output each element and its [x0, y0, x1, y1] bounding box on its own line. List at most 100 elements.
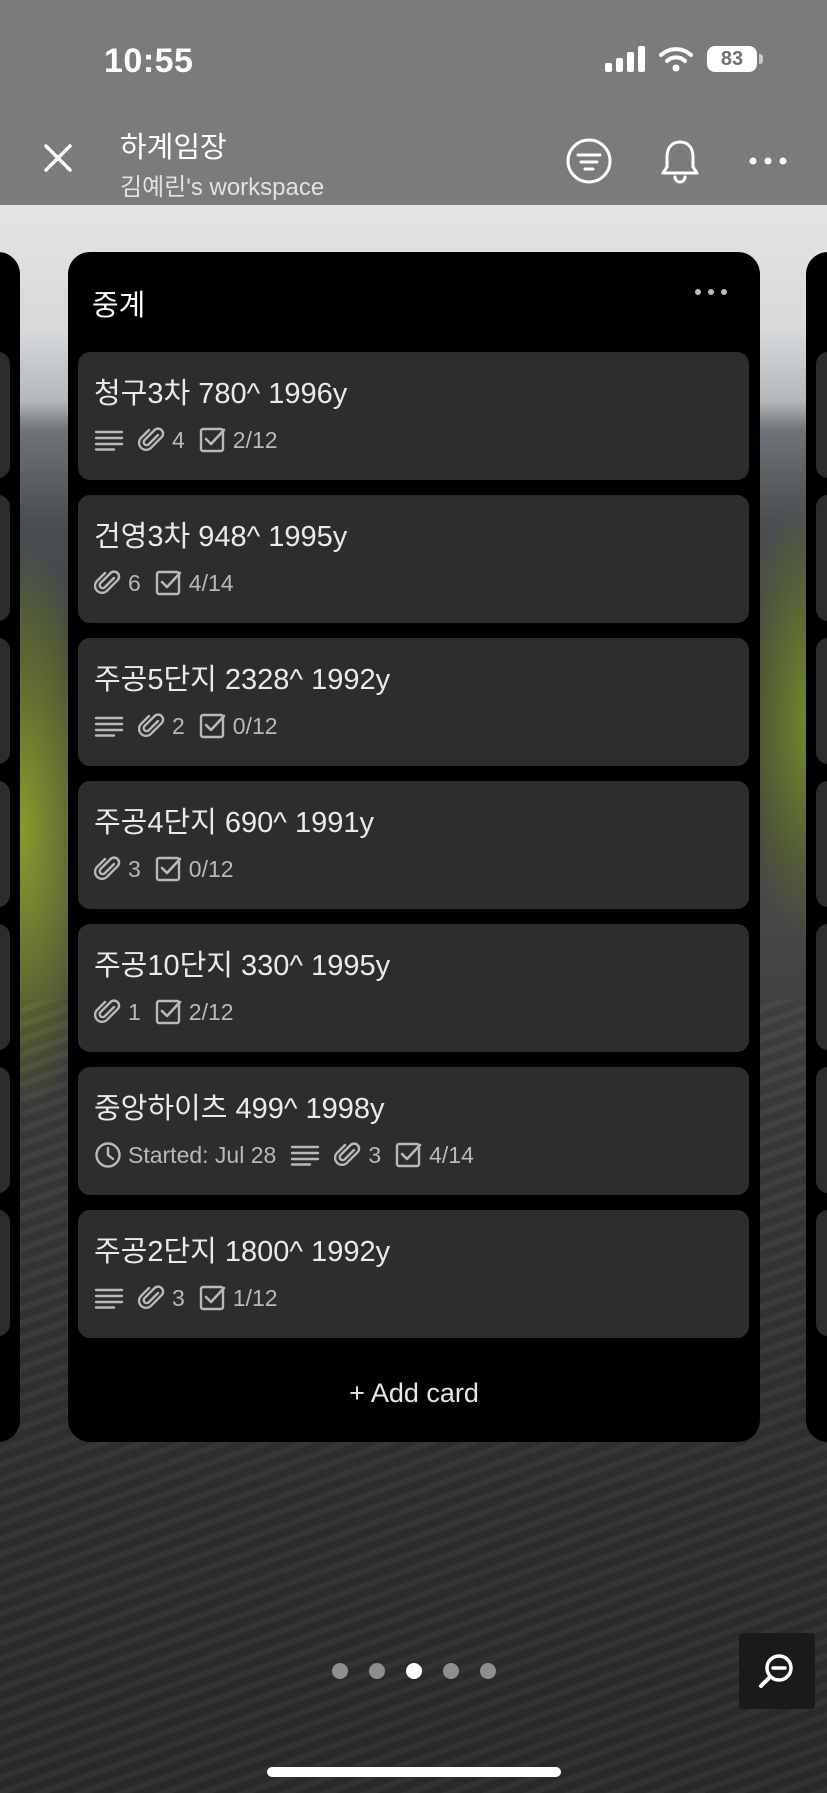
- checklist-badge: 0/12: [155, 855, 234, 883]
- side-card: [0, 781, 10, 907]
- more-icon: [695, 289, 727, 295]
- add-card-button[interactable]: + Add card: [68, 1378, 760, 1409]
- card-title: 청구3차 780^ 1996y: [94, 378, 348, 410]
- card[interactable]: 중앙하이츠 499^ 1998y Started: Jul 28 3 4/14: [78, 1067, 749, 1195]
- attachments-count: 4: [172, 426, 185, 453]
- card[interactable]: 주공5단지 2328^ 1992y 2 0/12: [78, 638, 749, 766]
- board-title: 하계임장: [120, 132, 227, 164]
- clock-icon: [94, 1141, 122, 1169]
- card-title: 주공4단지 690^ 1991y: [94, 807, 374, 839]
- description-icon: [94, 429, 124, 451]
- attachments-count: 1: [128, 998, 141, 1025]
- list-title[interactable]: 중계: [92, 282, 145, 324]
- next-list[interactable]: [806, 252, 827, 1442]
- card[interactable]: 청구3차 780^ 1996y 4 2/12: [78, 352, 749, 480]
- side-card: [816, 352, 827, 478]
- attachments-count: 3: [172, 1284, 185, 1311]
- list-pager: [332, 1663, 496, 1679]
- description-icon: [290, 1144, 320, 1166]
- paperclip-icon: [94, 998, 122, 1026]
- attachments-badge: 3: [94, 855, 141, 883]
- attachments-badge: 4: [138, 426, 185, 454]
- card-badges: 3 0/12: [94, 855, 234, 883]
- card-badges: 2 0/12: [94, 712, 278, 740]
- wifi-icon: [659, 47, 693, 72]
- card-title: 중앙하이츠 499^ 1998y: [94, 1093, 385, 1125]
- card-badges: 1 2/12: [94, 998, 234, 1026]
- checklist-badge: 1/12: [199, 1284, 278, 1312]
- status-icons: 83: [605, 46, 763, 72]
- attachments-count: 2: [172, 712, 185, 739]
- checklist-badge: 2/12: [155, 998, 234, 1026]
- page-dot[interactable]: [406, 1663, 422, 1679]
- attachments-badge: 2: [138, 712, 185, 740]
- paperclip-icon: [138, 1284, 166, 1312]
- checkbox-icon: [155, 998, 183, 1026]
- page-dot[interactable]: [480, 1663, 496, 1679]
- checklist-progress: 2/12: [232, 426, 278, 453]
- zoom-button[interactable]: [739, 1633, 815, 1709]
- page-dot[interactable]: [369, 1663, 385, 1679]
- close-button[interactable]: [38, 138, 78, 178]
- side-card: [816, 924, 827, 1050]
- paperclip-icon: [138, 712, 166, 740]
- checklist-progress: 0/12: [232, 712, 278, 739]
- side-card: [816, 1067, 827, 1193]
- checklist-progress: 4/14: [188, 569, 234, 596]
- more-options-button[interactable]: [743, 136, 793, 186]
- checklist-progress: 1/12: [232, 1284, 278, 1311]
- list-menu-button[interactable]: [686, 272, 736, 312]
- battery-level: 83: [720, 47, 744, 70]
- paperclip-icon: [138, 426, 166, 454]
- attachments-count: 3: [368, 1141, 382, 1168]
- side-card: [816, 495, 827, 621]
- start-date-text: Started: Jul 28: [128, 1141, 277, 1168]
- filter-button[interactable]: [564, 136, 614, 186]
- attachments-count: 3: [128, 855, 141, 882]
- side-card: [0, 1067, 10, 1193]
- description-icon: [94, 1287, 124, 1309]
- side-card: [0, 638, 10, 764]
- side-card: [0, 924, 10, 1050]
- side-card: [816, 1210, 827, 1336]
- checklist-badge: 0/12: [199, 712, 278, 740]
- card[interactable]: 주공4단지 690^ 1991y 3 0/12: [78, 781, 749, 909]
- checklist-badge: 2/12: [199, 426, 278, 454]
- close-icon: [44, 144, 72, 172]
- paperclip-icon: [94, 855, 122, 883]
- card-badges: Started: Jul 28 3 4/14: [94, 1141, 474, 1169]
- side-card: [0, 352, 10, 478]
- zoom-out-icon: [759, 1654, 793, 1688]
- battery-indicator: 83: [707, 46, 763, 72]
- attachments-badge: 3: [334, 1141, 381, 1169]
- attachments-badge: 1: [94, 998, 141, 1026]
- side-card: [816, 781, 827, 907]
- board-list: 중계 청구3차 780^ 1996y 4 2/12 건영3차 948^ 1995y 6 4…: [68, 252, 760, 1442]
- checkbox-icon: [199, 712, 227, 740]
- checkbox-icon: [155, 855, 183, 883]
- start-date-badge: Started: Jul 28: [94, 1141, 276, 1169]
- workspace-name: 김예린's workspace: [120, 174, 325, 201]
- page-dot[interactable]: [332, 1663, 348, 1679]
- previous-list[interactable]: [0, 252, 20, 1442]
- card-badges: 4 2/12: [94, 426, 278, 454]
- side-card: [0, 495, 10, 621]
- card-badges: 3 1/12: [94, 1284, 278, 1312]
- notifications-button[interactable]: [655, 136, 705, 186]
- card[interactable]: 주공2단지 1800^ 1992y 3 1/12: [78, 1210, 749, 1338]
- cellular-signal-icon: [605, 46, 645, 72]
- description-icon: [94, 715, 124, 737]
- checkbox-icon: [395, 1141, 423, 1169]
- card[interactable]: 주공10단지 330^ 1995y 1 2/12: [78, 924, 749, 1052]
- checklist-progress: 2/12: [188, 998, 234, 1025]
- page-dot[interactable]: [443, 1663, 459, 1679]
- paperclip-icon: [94, 569, 122, 597]
- attachments-badge: 3: [138, 1284, 185, 1312]
- card[interactable]: 건영3차 948^ 1995y 6 4/14: [78, 495, 749, 623]
- status-time: 10:55: [104, 42, 194, 80]
- card-title: 주공2단지 1800^ 1992y: [94, 1236, 391, 1268]
- card-title: 건영3차 948^ 1995y: [94, 521, 348, 553]
- checkbox-icon: [155, 569, 183, 597]
- paperclip-icon: [334, 1141, 362, 1169]
- attachments-count: 6: [128, 569, 141, 596]
